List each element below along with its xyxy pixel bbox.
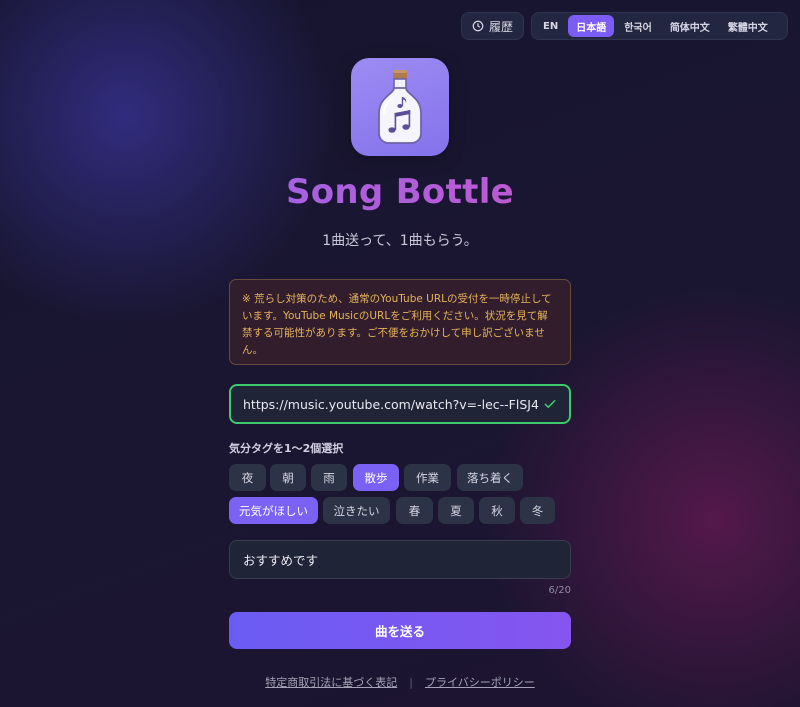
comment-input[interactable] — [243, 552, 557, 567]
tag-morning[interactable]: 朝 — [270, 464, 306, 491]
history-button[interactable]: 履歴 — [461, 12, 524, 40]
song-url-input[interactable] — [243, 396, 543, 412]
tag-calm[interactable]: 落ち着く — [457, 464, 523, 491]
history-label: 履歴 — [488, 19, 513, 34]
footer: 特定商取引法に基づく表記 | プライバシーポリシー — [0, 674, 800, 690]
privacy-policy-link[interactable]: プライバシーポリシー — [425, 674, 535, 690]
clock-icon — [472, 20, 484, 32]
app-logo — [351, 58, 449, 156]
lang-ko-button[interactable]: 한국어 — [616, 15, 660, 37]
app-tagline: 1曲送って、1曲もらう。 — [322, 233, 478, 249]
app-title: Song Bottle — [0, 172, 800, 212]
tag-night[interactable]: 夜 — [229, 464, 266, 491]
tag-rain[interactable]: 雨 — [311, 464, 347, 491]
tag-winter[interactable]: 冬 — [520, 497, 555, 524]
character-counter: 6/20 — [548, 585, 571, 596]
footer-separator: | — [409, 675, 413, 689]
mood-tags-label: 気分タグを1〜2個選択 — [229, 442, 344, 455]
tag-energy[interactable]: 元気がほしい — [229, 497, 318, 524]
bottle-icon — [378, 70, 422, 144]
comment-field — [229, 540, 571, 579]
legal-notice-link[interactable]: 特定商取引法に基づく表記 — [265, 674, 397, 690]
language-switcher: EN 日本語 한국어 简体中文 繁體中文 — [531, 12, 788, 40]
lang-en-button[interactable]: EN — [535, 15, 566, 37]
song-url-field — [229, 384, 571, 424]
lang-zh-hant-button[interactable]: 繁體中文 — [720, 15, 776, 37]
lang-ja-button[interactable]: 日本語 — [568, 15, 615, 37]
tag-work[interactable]: 作業 — [404, 464, 451, 491]
tag-summer[interactable]: 夏 — [438, 497, 474, 524]
tag-walk[interactable]: 散歩 — [353, 464, 399, 491]
warning-notice: ※ 荒らし対策のため、通常のYouTube URLの受付を一時停止しています。Y… — [229, 279, 571, 365]
lang-zh-hans-button[interactable]: 简体中文 — [662, 15, 718, 37]
tag-autumn[interactable]: 秋 — [479, 497, 515, 524]
tag-cry[interactable]: 泣きたい — [323, 497, 390, 524]
check-icon — [544, 400, 556, 408]
send-song-button[interactable]: 曲を送る — [229, 612, 571, 649]
tag-spring[interactable]: 春 — [396, 497, 433, 524]
